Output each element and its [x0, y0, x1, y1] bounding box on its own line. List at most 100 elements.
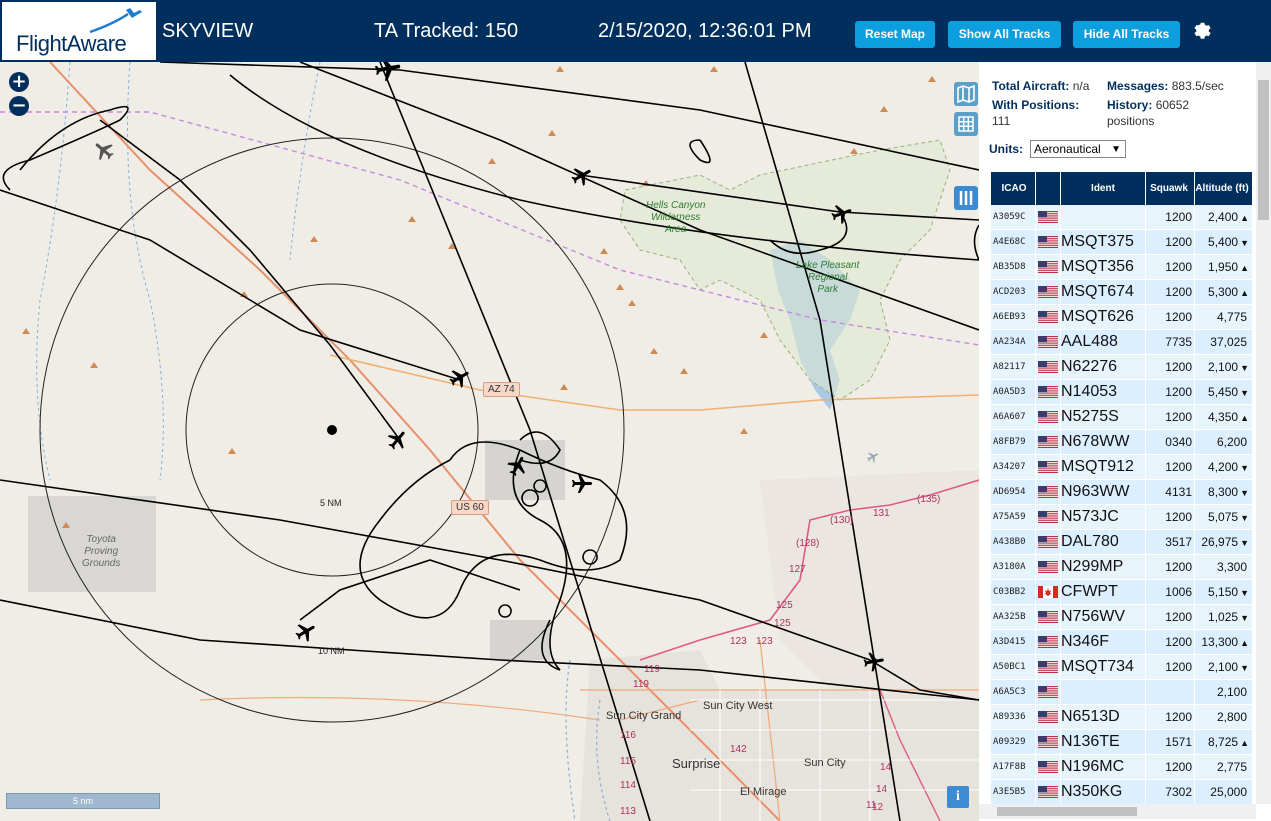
altitude-value: 3,300 — [1216, 560, 1247, 574]
us-flag-icon — [1038, 660, 1058, 673]
icao-cell: AA325B — [991, 605, 1035, 630]
altitude-value: 4,200 — [1208, 460, 1239, 474]
squawk-cell: 7735 — [1146, 330, 1194, 355]
grid-icon — [958, 116, 974, 132]
flightaware-logo[interactable]: FlightAware — [2, 2, 156, 60]
table-row[interactable]: A89336 N6513D 1200 2,800 — [991, 705, 1252, 730]
us-flag-icon — [1038, 335, 1058, 348]
road-number: 127 — [789, 564, 806, 575]
airplane-icon[interactable] — [570, 472, 594, 496]
airplane-icon[interactable] — [862, 650, 886, 674]
icao-cell: A0A5D3 — [991, 380, 1035, 405]
us-flag-icon — [1038, 635, 1058, 648]
flag-cell — [1036, 730, 1060, 755]
table-row[interactable]: A6A607 N5275S 1200 4,350 ▲ — [991, 405, 1252, 430]
table-row[interactable]: A8FB79 N678WW 0340 6,200 — [991, 430, 1252, 455]
map-view[interactable]: AZ 74 US 60 (135) (130) 131 (128) 127 12… — [0, 62, 979, 821]
table-row[interactable]: A17F8B N196MC 1200 2,775 — [991, 755, 1252, 780]
settings-gear-icon[interactable] — [1191, 20, 1213, 42]
airplane-icon[interactable] — [506, 454, 530, 478]
table-row[interactable]: A82117 N62276 1200 2,100 ▼ — [991, 355, 1252, 380]
altitude-value: 13,300 — [1201, 635, 1239, 649]
table-row[interactable]: A6A5C3 2,100 — [991, 680, 1252, 705]
altitude-cell: 13,300 ▲ — [1195, 630, 1252, 655]
airplane-icon[interactable] — [386, 428, 410, 452]
road-number: 125 — [774, 618, 791, 629]
table-row[interactable]: A438B0 DAL780 3517 26,975 ▼ — [991, 530, 1252, 555]
us-flag-icon — [1038, 410, 1058, 423]
airplane-icon[interactable] — [370, 62, 406, 84]
table-row[interactable]: A6EB93 MSQT626 1200 4,775 — [991, 305, 1252, 330]
info-icon[interactable]: i — [947, 786, 969, 808]
scrollbar-thumb[interactable] — [1258, 80, 1269, 220]
column-toggle-button[interactable] — [954, 186, 978, 210]
altitude-cell: 8,300 ▼ — [1195, 480, 1252, 505]
table-row[interactable]: C03BB2 CFWPT 1006 5,150 ▼ — [991, 580, 1252, 605]
table-row[interactable]: A3059C 1200 2,400 ▲ — [991, 205, 1252, 230]
road-number: 114 — [620, 780, 636, 791]
ident-cell: N14053 — [1061, 380, 1145, 405]
airplane-icon[interactable] — [448, 366, 472, 390]
logo-text: FlightAware — [16, 31, 127, 56]
table-row[interactable]: A4E68C MSQT375 1200 5,400 ▼ — [991, 230, 1252, 255]
zoom-out-button[interactable]: − — [9, 96, 29, 116]
altitude-trend-icon: ▲ — [1240, 288, 1249, 298]
units-label: Units: — [989, 142, 1023, 156]
airplane-icon[interactable] — [866, 450, 880, 464]
chevron-down-icon: ▼ — [1111, 144, 1121, 155]
units-select[interactable]: Aeronautical ▼ — [1030, 140, 1126, 158]
altitude-cell: 5,400 ▼ — [1195, 230, 1252, 255]
column-header-flag[interactable] — [1036, 172, 1060, 205]
tracked-count: TA Tracked: 150 — [374, 20, 519, 42]
airplane-icon[interactable] — [830, 202, 854, 226]
table-row[interactable]: A3D415 N346F 1200 13,300 ▲ — [991, 630, 1252, 655]
altitude-value: 1,025 — [1208, 610, 1239, 624]
altitude-trend-icon: ▼ — [1240, 513, 1249, 523]
table-row[interactable]: A3E5B5 N350KG 7302 25,000 — [991, 780, 1252, 805]
us-flag-icon — [1038, 435, 1058, 448]
table-row[interactable]: A75A59 N573JC 1200 5,075 ▼ — [991, 505, 1252, 530]
map-layers-button[interactable] — [954, 82, 978, 106]
road-number: 14 — [876, 784, 888, 795]
sidebar-horizontal-scrollbar[interactable] — [979, 804, 1256, 819]
airplane-icon[interactable] — [92, 138, 116, 162]
show-all-tracks-button[interactable]: Show All Tracks — [948, 21, 1061, 48]
altitude-trend-icon: ▼ — [1240, 613, 1249, 623]
squawk-cell: 1200 — [1146, 205, 1194, 230]
table-row[interactable]: A50BC1 MSQT734 1200 2,100 ▼ — [991, 655, 1252, 680]
altitude-cell: 25,000 — [1195, 780, 1252, 805]
grid-button[interactable] — [954, 112, 978, 136]
table-row[interactable]: AD6954 N963WW 4131 8,300 ▼ — [991, 480, 1252, 505]
airplane-icon[interactable] — [570, 164, 594, 188]
zoom-in-button[interactable]: + — [9, 72, 29, 92]
hide-all-tracks-button[interactable]: Hide All Tracks — [1073, 21, 1180, 48]
road-number: 119 — [633, 679, 649, 690]
altitude-trend-icon: ▼ — [1240, 388, 1249, 398]
table-row[interactable]: A34207 MSQT912 1200 4,200 ▼ — [991, 455, 1252, 480]
table-row[interactable]: AB35D8 MSQT356 1200 1,950 ▲ — [991, 255, 1252, 280]
table-row[interactable]: A09329 N136TE 1571 8,725 ▲ — [991, 730, 1252, 755]
column-header-icao[interactable]: ICAO — [991, 172, 1035, 205]
column-header-altitude[interactable]: Altitude (ft) — [1195, 172, 1252, 205]
column-header-ident[interactable]: Ident — [1061, 172, 1145, 205]
table-row[interactable]: AA234A AAL488 7735 37,025 — [991, 330, 1252, 355]
column-header-squawk[interactable]: Squawk — [1146, 172, 1194, 205]
ident-cell: N6513D — [1061, 705, 1145, 730]
flag-cell — [1036, 680, 1060, 705]
messages-value: 883.5/sec — [1171, 79, 1224, 93]
altitude-trend-icon: ▼ — [1240, 588, 1249, 598]
sidebar-vertical-scrollbar[interactable] — [1256, 62, 1271, 804]
table-row[interactable]: AA325B N756WV 1200 1,025 ▼ — [991, 605, 1252, 630]
scrollbar-thumb[interactable] — [997, 807, 1137, 816]
messages-stat: Messages: 883.5/sec — [1107, 79, 1224, 93]
airplane-icon[interactable] — [294, 620, 318, 644]
table-row[interactable]: A3180A N299MP 1200 3,300 — [991, 555, 1252, 580]
table-row[interactable]: ACD203 MSQT674 1200 5,300 ▲ — [991, 280, 1252, 305]
reset-map-button[interactable]: Reset Map — [855, 21, 935, 48]
header-bar: FlightAware SKYVIEW TA Tracked: 150 2/15… — [0, 0, 1271, 62]
icao-cell: A09329 — [991, 730, 1035, 755]
squawk-cell: 1200 — [1146, 405, 1194, 430]
city-label-sun-city-grand: Sun City Grand — [606, 710, 682, 722]
table-row[interactable]: A0A5D3 N14053 1200 5,450 ▼ — [991, 380, 1252, 405]
flag-cell — [1036, 555, 1060, 580]
